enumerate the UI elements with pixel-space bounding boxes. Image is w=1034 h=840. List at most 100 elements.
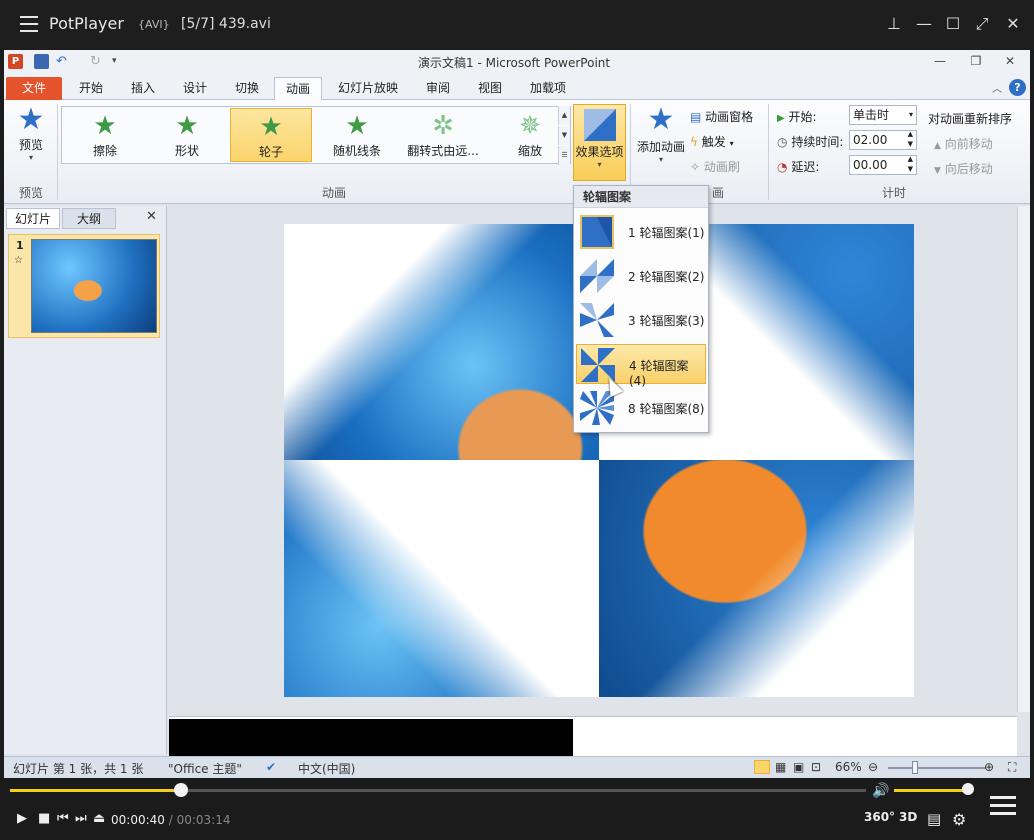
slide-thumbnail-item[interactable]: 1 ☆ — [8, 234, 160, 338]
start-select-value: 单击时 — [853, 108, 890, 122]
slide-vertical-scrollbar[interactable] — [1017, 206, 1030, 712]
animation-wheel[interactable]: ★ 轮子 — [230, 108, 312, 162]
trigger-button[interactable]: ϟ 触发 ▾ — [690, 133, 734, 150]
delay-stepper[interactable]: 00.00 ▲ ▼ — [849, 155, 917, 175]
add-animation-label: 添加动画 — [636, 140, 685, 154]
zoom-slider-thumb[interactable] — [912, 761, 918, 774]
animation-pane-label: 动画窗格 — [705, 110, 754, 124]
customize-qat-icon[interactable]: ▾ — [112, 54, 127, 69]
fit-to-window-icon[interactable]: ⛶ — [1008, 760, 1016, 775]
zoom-out-icon[interactable]: ⊖ — [868, 760, 878, 774]
tab-file[interactable]: 文件 — [6, 77, 62, 100]
chapter-icon[interactable]: ▤ — [927, 810, 941, 828]
tab-home[interactable]: 开始 — [66, 77, 116, 100]
stop-icon[interactable]: ■ — [38, 811, 50, 826]
spell-check-icon[interactable]: ✔ — [266, 760, 276, 774]
tab-slideshow[interactable]: 幻灯片放映 — [326, 77, 410, 100]
fullscreen-icon[interactable]: ⤢ — [972, 14, 992, 34]
zoom-slider[interactable] — [888, 767, 986, 769]
zoom-in-icon[interactable]: ⊕ — [984, 760, 994, 774]
gallery-scroll-down-icon[interactable]: ▼ — [558, 126, 570, 145]
play-icon[interactable]: ▶ — [17, 811, 27, 826]
spokes-4-option[interactable]: 4 轮辐图案(4) — [576, 344, 706, 388]
tab-transitions[interactable]: 切换 — [222, 77, 272, 100]
vr-360-button[interactable]: 360° — [864, 810, 895, 824]
animation-float-in[interactable]: ✲ 翻转式由远... — [400, 108, 486, 162]
tab-slides[interactable]: 幻灯片 — [6, 208, 60, 229]
pane-close-icon[interactable]: ✕ — [146, 209, 157, 224]
effect-options-button[interactable]: 效果选项 ▾ — [573, 104, 626, 181]
duration-stepper[interactable]: 02.00 ▲ ▼ — [849, 130, 917, 150]
undo-icon[interactable]: ↶ — [56, 54, 71, 69]
triangle-up-icon: ▲ — [934, 141, 941, 151]
spokes-3-option[interactable]: 3 轮辐图案(3) — [576, 300, 706, 340]
normal-view-icon[interactable] — [754, 760, 770, 774]
animation-random-bars-label: 随机线条 — [332, 144, 381, 158]
minimize-icon[interactable]: — — [914, 14, 934, 34]
tab-design[interactable]: 设计 — [170, 77, 220, 100]
maximize-icon[interactable]: ☐ — [943, 14, 963, 34]
ppt-close-icon[interactable]: ✕ — [1000, 53, 1020, 69]
player-format-label: {AVI} — [138, 18, 170, 31]
ppt-minimize-icon[interactable]: — — [930, 53, 950, 69]
tab-outline[interactable]: 大纲 — [62, 208, 116, 229]
zoom-level[interactable]: 66% — [835, 760, 862, 774]
ribbon-collapse-icon[interactable]: ︿ — [992, 80, 1002, 95]
animation-random-bars[interactable]: ★ 随机线条 — [316, 108, 398, 162]
playlist-icon[interactable] — [990, 796, 1016, 816]
tab-review[interactable]: 审阅 — [414, 77, 462, 100]
animation-pane-button[interactable]: ▤ 动画窗格 — [690, 108, 753, 125]
ppt-restore-icon[interactable]: ❐ — [966, 53, 986, 69]
spokes-2-option[interactable]: 2 轮辐图案(2) — [576, 256, 706, 296]
next-icon[interactable]: ⏭ — [75, 811, 87, 826]
close-icon[interactable]: ✕ — [1003, 14, 1023, 34]
eject-icon[interactable]: ⏏ — [93, 811, 105, 826]
stepper-arrows-icon[interactable]: ▲ ▼ — [908, 154, 913, 174]
spokes-8-option[interactable]: 8 轮辐图案(8) — [576, 388, 706, 428]
seek-bar[interactable] — [10, 783, 866, 797]
delay-label: 延迟: — [791, 160, 820, 174]
move-earlier-button[interactable]: ▲ 向前移动 — [934, 135, 993, 152]
animation-pane-icon: ▤ — [690, 110, 702, 124]
move-later-button[interactable]: ▼ 向后移动 — [934, 160, 993, 177]
reading-view-icon[interactable]: ▣ — [793, 760, 804, 774]
slide-sorter-icon[interactable]: ▦ — [775, 760, 786, 774]
start-select[interactable]: 单击时 ▾ — [849, 105, 917, 125]
player-file-title: [5/7] 439.avi — [181, 16, 271, 32]
volume-slider-thumb[interactable] — [962, 783, 974, 795]
help-icon[interactable]: ? — [1009, 79, 1026, 96]
save-icon[interactable] — [34, 54, 49, 69]
language-indicator[interactable]: 中文(中国) — [298, 760, 355, 777]
seek-bar-thumb[interactable] — [174, 783, 189, 797]
stepper-arrows-icon[interactable]: ▲ ▼ — [908, 129, 913, 149]
trigger-label: 触发 — [701, 135, 726, 149]
add-animation-button[interactable]: ★ 添加动画 ▾ — [634, 102, 688, 164]
notes-pane[interactable] — [169, 716, 1017, 757]
spokes-1-option[interactable]: 1 轮辐图案(1) — [576, 212, 706, 252]
volume-slider[interactable] — [894, 789, 968, 792]
slideshow-view-icon[interactable]: ⊡ — [811, 760, 821, 774]
redo-icon[interactable]: ↻ — [90, 54, 105, 69]
previous-icon[interactable]: ⏮ — [57, 811, 69, 826]
3d-button[interactable]: 3D — [899, 810, 917, 824]
tab-insert[interactable]: 插入 — [118, 77, 168, 100]
tab-addins[interactable]: 加载项 — [518, 77, 578, 100]
tab-view[interactable]: 视图 — [466, 77, 514, 100]
volume-icon[interactable]: 🔊 — [872, 783, 889, 799]
preview-button[interactable]: ★ 预览 ▾ — [8, 104, 54, 163]
chevron-down-icon: ▾ — [729, 139, 734, 148]
preview-group-label: 预览 — [18, 186, 43, 200]
animation-painter-label: 动画刷 — [703, 160, 740, 174]
pin-icon[interactable]: ⊥ — [884, 14, 904, 34]
powerpoint-logo-icon[interactable]: P — [8, 54, 23, 69]
settings-gear-icon[interactable]: ⚙ — [952, 810, 966, 829]
gallery-scroll-up-icon[interactable]: ▲ — [558, 106, 570, 125]
player-app-name: PotPlayer — [49, 14, 124, 33]
tab-animations[interactable]: 动画 — [274, 77, 322, 100]
animation-painter-button[interactable]: ✧ 动画刷 — [690, 158, 740, 175]
slide-thumbnail-image — [31, 239, 157, 333]
gallery-more-icon[interactable]: ☰ — [558, 146, 570, 165]
hamburger-menu-icon[interactable] — [20, 16, 38, 32]
animation-shape[interactable]: ★ 形状 — [148, 108, 226, 162]
animation-wipe[interactable]: ★ 擦除 — [66, 108, 144, 162]
